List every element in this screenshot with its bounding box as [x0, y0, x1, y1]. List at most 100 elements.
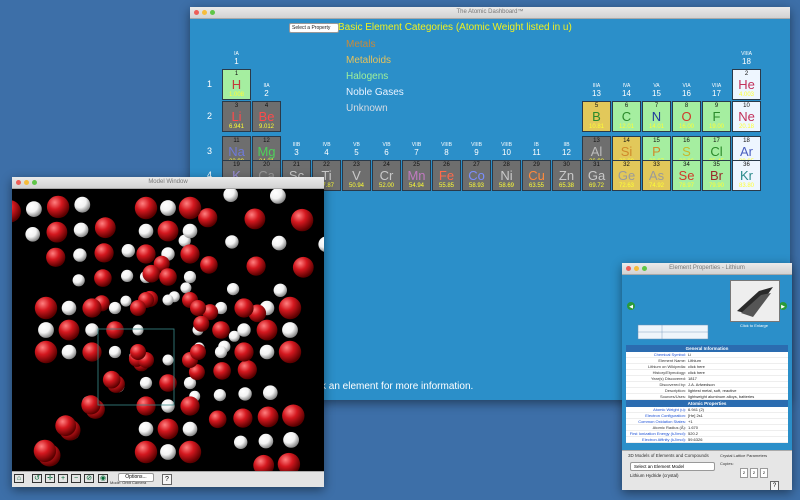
eye-icon[interactable]: ◉: [98, 474, 108, 483]
oxygen-atom: [134, 440, 158, 464]
group-header: VIIIB 9: [462, 142, 491, 157]
general-rows: Chemical Symbol: Li Element Name: Lithium Li…: [626, 352, 788, 400]
oxygen-atom: [130, 300, 146, 316]
atomic-weight: 16.00: [678, 124, 694, 130]
oxygen-atom: [278, 340, 302, 364]
element-cell[interactable]: 30 Zn 65.38: [552, 160, 581, 191]
element-cell[interactable]: 9 F 19.00: [702, 101, 731, 132]
copies-y-stepper[interactable]: 2: [750, 468, 758, 478]
help-button[interactable]: ?: [770, 481, 779, 490]
info-titlebar[interactable]: Element Properties - Lithium: [622, 263, 792, 275]
element-cell[interactable]: 3 Li 6.941: [222, 101, 251, 132]
category-title: Basic Element Categories (Atomic Weight …: [338, 22, 572, 33]
copies-x-stepper[interactable]: 2: [740, 468, 748, 478]
element-cell[interactable]: 35 Br 79.90: [702, 160, 731, 191]
element-cell[interactable]: 36 Kr 83.80: [732, 160, 761, 191]
zoom-button[interactable]: [32, 180, 37, 185]
svg-text:◀: ◀: [629, 304, 633, 310]
minimize-button[interactable]: [202, 10, 207, 15]
oxygen-atom: [33, 439, 57, 463]
zoom-out-icon[interactable]: −: [71, 474, 81, 483]
rotate-icon[interactable]: ↺: [32, 474, 42, 483]
property-key[interactable]: Electron Affinity (kJ/mol):: [626, 437, 688, 442]
element-cell[interactable]: 32 Ge 72.63: [612, 160, 641, 191]
element-cell[interactable]: 28 Ni 58.69: [492, 160, 521, 191]
atomic-weight: 74.92: [648, 183, 664, 189]
zoom-button[interactable]: [642, 266, 647, 271]
zoom-button[interactable]: [210, 10, 215, 15]
element-cell[interactable]: 26 Fe 55.85: [432, 160, 461, 191]
help-button[interactable]: ?: [162, 474, 172, 485]
element-cell[interactable]: 31 Ga 69.72: [582, 160, 611, 191]
close-button[interactable]: [194, 10, 199, 15]
hydrogen-atom: [162, 354, 174, 366]
move-icon[interactable]: ✛: [45, 474, 55, 483]
hydrogen-atom: [161, 399, 175, 413]
atomic-weight: 10.81: [588, 124, 604, 130]
element-cell[interactable]: 2 He 4.003: [732, 69, 761, 100]
close-button[interactable]: [16, 180, 21, 185]
element-cell[interactable]: 5 B 10.81: [582, 101, 611, 132]
property-value: lightest metal, soft, reactive: [688, 388, 737, 393]
close-button[interactable]: [626, 266, 631, 271]
element-symbol: Br: [710, 168, 723, 183]
oxygen-atom: [190, 344, 206, 360]
group-number: 13: [592, 89, 601, 98]
property-select[interactable]: Select a Property: [289, 23, 339, 33]
group-number: 2: [264, 89, 269, 98]
main-titlebar[interactable]: The Atomic Dashboard™: [190, 7, 790, 19]
oxygen-atom: [213, 362, 231, 380]
property-key[interactable]: Chemical Symbol:: [626, 352, 688, 357]
minimize-button[interactable]: [24, 180, 29, 185]
element-cell[interactable]: 24 Cr 52.00: [372, 160, 401, 191]
oxygen-atom: [12, 200, 21, 223]
element-cell[interactable]: 23 V 50.94: [342, 160, 371, 191]
element-symbol: N: [651, 109, 662, 124]
copies-z-stepper[interactable]: 2: [760, 468, 768, 478]
element-cell[interactable]: 29 Cu 63.55: [522, 160, 551, 191]
model-titlebar[interactable]: Model Window: [12, 177, 324, 189]
property-key: Element Name:: [658, 358, 686, 363]
element-model-select[interactable]: Select an Element Model: [630, 462, 715, 471]
hydrogen-atom: [282, 322, 298, 338]
3d-model-canvas[interactable]: [12, 189, 324, 472]
element-cell[interactable]: 10 Ne 20.18: [732, 101, 761, 132]
hydrogen-atom: [25, 227, 40, 242]
hydrogen-atom: [73, 248, 87, 262]
element-cell[interactable]: 1 H 1.008: [222, 69, 251, 100]
photo-caption: Click to Enlarge: [739, 323, 768, 328]
element-cell[interactable]: 34 Se 78.97: [672, 160, 701, 191]
oxygen-atom: [193, 315, 210, 332]
group-number: 7: [414, 148, 419, 157]
atomic-weight: 50.94: [348, 183, 364, 189]
minimize-button[interactable]: [634, 266, 639, 271]
element-cell[interactable]: 4 Be 9.012: [252, 101, 281, 132]
property-value: click here: [688, 364, 705, 369]
crystal-model-render[interactable]: [12, 189, 324, 472]
nav-arrow-right-icon[interactable]: ▶: [779, 302, 787, 310]
element-cell[interactable]: 7 N 14.01: [642, 101, 671, 132]
element-cell[interactable]: 25 Mn 54.94: [402, 160, 431, 191]
property-key[interactable]: Electron Configuration:: [626, 413, 688, 418]
hydrogen-atom: [271, 235, 287, 251]
element-symbol: Si: [620, 144, 633, 159]
group-number: 9: [474, 148, 479, 157]
element-symbol: F: [712, 109, 721, 124]
property-key: Year(s) Discovered:: [651, 376, 686, 381]
nav-arrow-left-icon[interactable]: ◀: [627, 302, 635, 310]
oxygen-atom: [134, 196, 158, 220]
cancel-icon[interactable]: ⊘: [84, 474, 94, 483]
element-cell[interactable]: 6 C 12.01: [612, 101, 641, 132]
element-photo[interactable]: [730, 280, 780, 322]
zoom-in-icon[interactable]: +: [58, 474, 68, 483]
property-key[interactable]: Common Oxidation States:: [626, 419, 688, 424]
element-cell[interactable]: 33 As 74.92: [642, 160, 671, 191]
element-cell[interactable]: 8 O 16.00: [672, 101, 701, 132]
element-cell[interactable]: 27 Co 58.93: [462, 160, 491, 191]
property-key[interactable]: First Ionization Energy (kJ/mol):: [626, 431, 688, 436]
window-controls: [16, 180, 37, 185]
period-label: 1: [207, 79, 213, 89]
atomic-weight: 58.69: [498, 183, 514, 189]
property-key[interactable]: Atomic Weight (u):: [626, 407, 688, 412]
home-icon[interactable]: ⌂: [14, 474, 24, 483]
